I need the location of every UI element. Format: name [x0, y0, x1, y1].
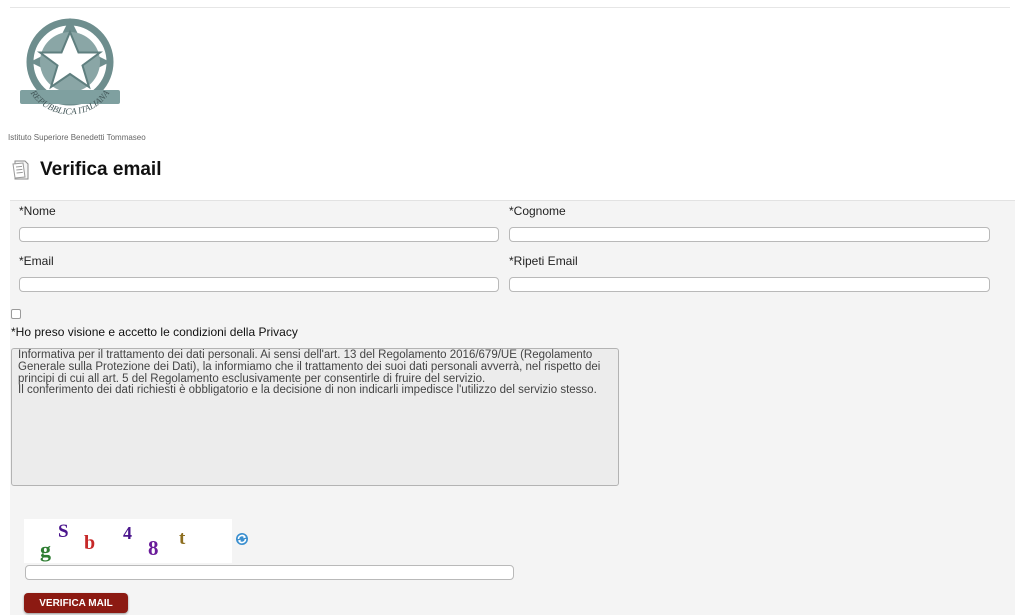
nome-input[interactable] — [19, 227, 499, 242]
captcha-image: g S b 4 8 t — [24, 519, 232, 563]
ripeti-email-label: *Ripeti Email — [509, 254, 578, 268]
captcha-char: 8 — [148, 536, 159, 560]
privacy-checkbox[interactable] — [11, 309, 21, 319]
captcha-char: S — [58, 521, 69, 542]
privacy-text-paragraph-1: Informativa per il trattamento dei dati … — [18, 349, 601, 385]
document-icon — [12, 160, 29, 180]
captcha-char: 4 — [123, 523, 132, 543]
nome-label: *Nome — [19, 204, 56, 218]
verification-form: *Nome *Cognome *Email *Ripeti Email *Ho … — [10, 200, 1015, 615]
privacy-label: *Ho preso visione e accetto le condizion… — [11, 325, 298, 339]
school-name: Istituto Superiore Benedetti Tommaseo — [8, 133, 146, 142]
top-divider — [10, 7, 1010, 8]
email-label: *Email — [19, 254, 54, 268]
ripeti-email-input[interactable] — [509, 277, 990, 292]
cognome-label: *Cognome — [509, 204, 566, 218]
captcha-char: t — [179, 528, 186, 549]
privacy-textarea[interactable]: Informativa per il trattamento dei dati … — [11, 348, 619, 486]
italian-republic-emblem: REPUBBLICA ITALIANA — [20, 18, 120, 117]
captcha-input[interactable] — [25, 565, 514, 580]
captcha-char: g — [40, 537, 51, 562]
captcha-char: b — [84, 532, 96, 554]
privacy-text-paragraph-2: Il conferimento dei dati richiesti è obb… — [18, 384, 597, 397]
verifica-mail-button[interactable]: VERIFICA MAIL — [24, 593, 128, 613]
cognome-input[interactable] — [509, 227, 990, 242]
page-header: Verifica email — [12, 159, 161, 181]
refresh-icon[interactable] — [235, 532, 249, 546]
page-title: Verifica email — [40, 159, 162, 180]
email-input[interactable] — [19, 277, 499, 292]
